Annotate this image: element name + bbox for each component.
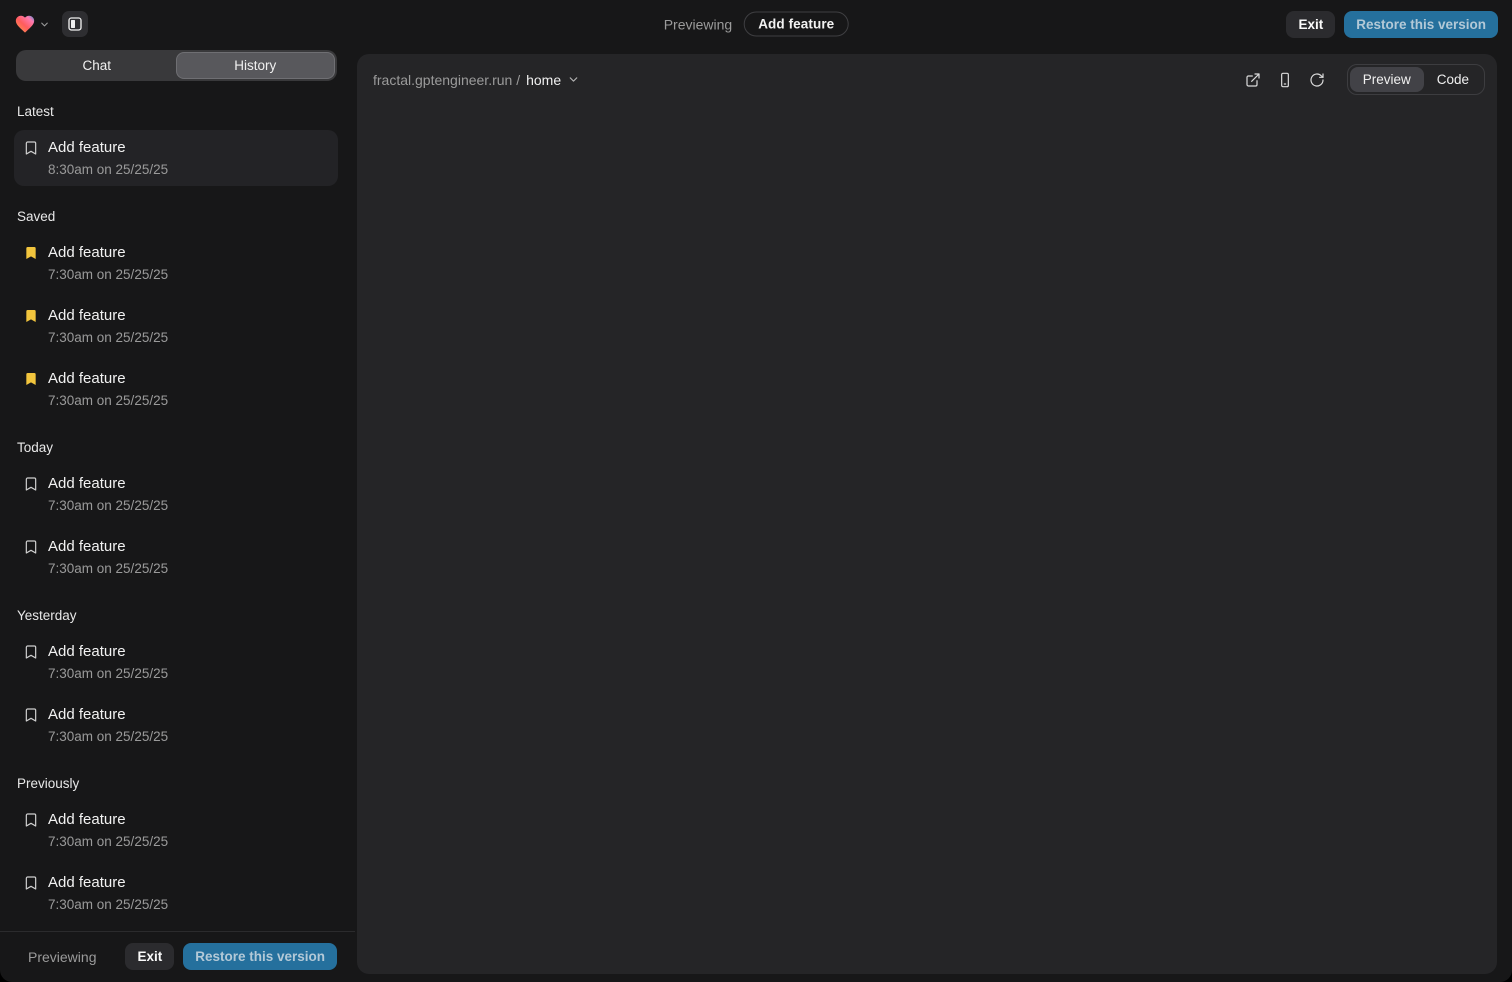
previewing-label: Previewing <box>664 16 732 32</box>
history-item-timestamp: 7:30am on 25/25/25 <box>48 329 328 347</box>
lovable-heart-logo-icon <box>14 13 36 35</box>
topbar: Previewing Add feature Exit Restore this… <box>0 0 1512 48</box>
history-item-timestamp: 7:30am on 25/25/25 <box>48 896 328 914</box>
restore-version-button[interactable]: Restore this version <box>183 943 337 970</box>
app-logo-menu[interactable] <box>14 13 50 35</box>
sidebar-footer: Previewing Exit Restore this version <box>0 931 355 982</box>
restore-version-button[interactable]: Restore this version <box>1344 11 1498 38</box>
chevron-down-icon <box>39 19 50 30</box>
sidebar: ChatHistory Latest Add feature 8:30am on 2… <box>0 48 355 982</box>
section-header: Today <box>17 440 338 455</box>
history-item[interactable]: Add feature 7:30am on 25/25/25 <box>14 697 338 753</box>
history-item-title: Add feature <box>48 641 328 662</box>
mobile-view-button[interactable] <box>1271 67 1299 93</box>
history-item[interactable]: Add feature 7:30am on 25/25/25 <box>14 235 338 291</box>
tab-chat[interactable]: Chat <box>18 52 176 79</box>
preview-body <box>357 101 1497 974</box>
chevron-down-icon <box>567 73 580 86</box>
history-item-title: Add feature <box>48 368 328 389</box>
history-item-timestamp: 7:30am on 25/25/25 <box>48 665 328 683</box>
preview-panel: fractal.gptengineer.run / home <box>357 54 1497 974</box>
section-header: Latest <box>17 104 338 119</box>
bookmark-filled-icon <box>23 245 39 261</box>
history-item-timestamp: 7:30am on 25/25/25 <box>48 728 328 746</box>
previewing-label: Previewing <box>28 949 125 965</box>
history-item-title: Add feature <box>48 536 328 557</box>
refresh-icon <box>1309 72 1325 88</box>
history-item[interactable]: Add feature 7:30am on 25/25/25 <box>14 361 338 417</box>
exit-button[interactable]: Exit <box>1286 11 1335 38</box>
bookmark-outline-icon <box>23 539 39 555</box>
preview-header: fractal.gptengineer.run / home <box>357 54 1497 101</box>
toggle-preview[interactable]: Preview <box>1350 67 1424 92</box>
topbar-left <box>14 11 88 37</box>
topbar-right: Exit Restore this version <box>1286 11 1498 38</box>
history-item-title: Add feature <box>48 137 328 158</box>
app-window: { "topbar": { "previewing_label": "Previ… <box>0 0 1512 982</box>
history-item-timestamp: 7:30am on 25/25/25 <box>48 833 328 851</box>
history-item-timestamp: 7:30am on 25/25/25 <box>48 266 328 284</box>
open-external-button[interactable] <box>1239 67 1267 93</box>
exit-button[interactable]: Exit <box>125 943 174 970</box>
history-item-title: Add feature <box>48 305 328 326</box>
history-list: Latest Add feature 8:30am on 25/25/25 Saved… <box>0 81 355 931</box>
history-item-timestamp: 7:30am on 25/25/25 <box>48 497 328 515</box>
history-item[interactable]: Add feature 7:30am on 25/25/25 <box>14 634 338 690</box>
refresh-button[interactable] <box>1303 67 1331 93</box>
tab-history[interactable]: History <box>176 52 336 79</box>
version-badge: Add feature <box>744 12 848 37</box>
history-item[interactable]: Add feature 7:30am on 25/25/25 <box>14 466 338 522</box>
history-item-timestamp: 8:30am on 25/25/25 <box>48 161 328 179</box>
history-item-title: Add feature <box>48 473 328 494</box>
view-toggle: PreviewCode <box>1347 64 1485 95</box>
panel-left-icon <box>67 16 83 32</box>
preview-url-selector[interactable]: fractal.gptengineer.run / home <box>373 72 580 88</box>
history-item-title: Add feature <box>48 242 328 263</box>
bookmark-outline-icon <box>23 476 39 492</box>
history-item-title: Add feature <box>48 704 328 725</box>
history-item[interactable]: Add feature 7:30am on 25/25/25 <box>14 298 338 354</box>
topbar-center: Previewing Add feature <box>664 12 849 37</box>
url-host: fractal.gptengineer.run / <box>373 72 520 88</box>
bookmark-filled-icon <box>23 308 39 324</box>
bookmark-outline-icon <box>23 140 39 156</box>
history-item[interactable]: Add feature 8:30am on 25/25/25 <box>14 130 338 186</box>
footer-buttons: Exit Restore this version <box>125 943 337 970</box>
history-item[interactable]: Add feature 7:30am on 25/25/25 <box>14 529 338 585</box>
toggle-code[interactable]: Code <box>1424 67 1482 92</box>
sidebar-tabs: ChatHistory <box>16 50 337 81</box>
smartphone-icon <box>1277 72 1293 88</box>
section-header: Saved <box>17 209 338 224</box>
bookmark-outline-icon <box>23 707 39 723</box>
history-item-timestamp: 7:30am on 25/25/25 <box>48 392 328 410</box>
bookmark-outline-icon <box>23 875 39 891</box>
section-header: Previously <box>17 776 338 791</box>
section-header: Yesterday <box>17 608 338 623</box>
history-item[interactable]: Add feature 7:30am on 25/25/25 <box>14 802 338 858</box>
history-item[interactable]: Add feature 7:30am on 25/25/25 <box>14 865 338 921</box>
history-item-timestamp: 7:30am on 25/25/25 <box>48 560 328 578</box>
url-page: home <box>526 72 561 88</box>
bookmark-outline-icon <box>23 812 39 828</box>
bookmark-filled-icon <box>23 371 39 387</box>
preview-header-actions: PreviewCode <box>1239 64 1485 95</box>
bookmark-outline-icon <box>23 644 39 660</box>
external-link-icon <box>1245 72 1261 88</box>
sidebar-toggle-button[interactable] <box>62 11 88 37</box>
history-item-title: Add feature <box>48 872 328 893</box>
history-item-title: Add feature <box>48 809 328 830</box>
